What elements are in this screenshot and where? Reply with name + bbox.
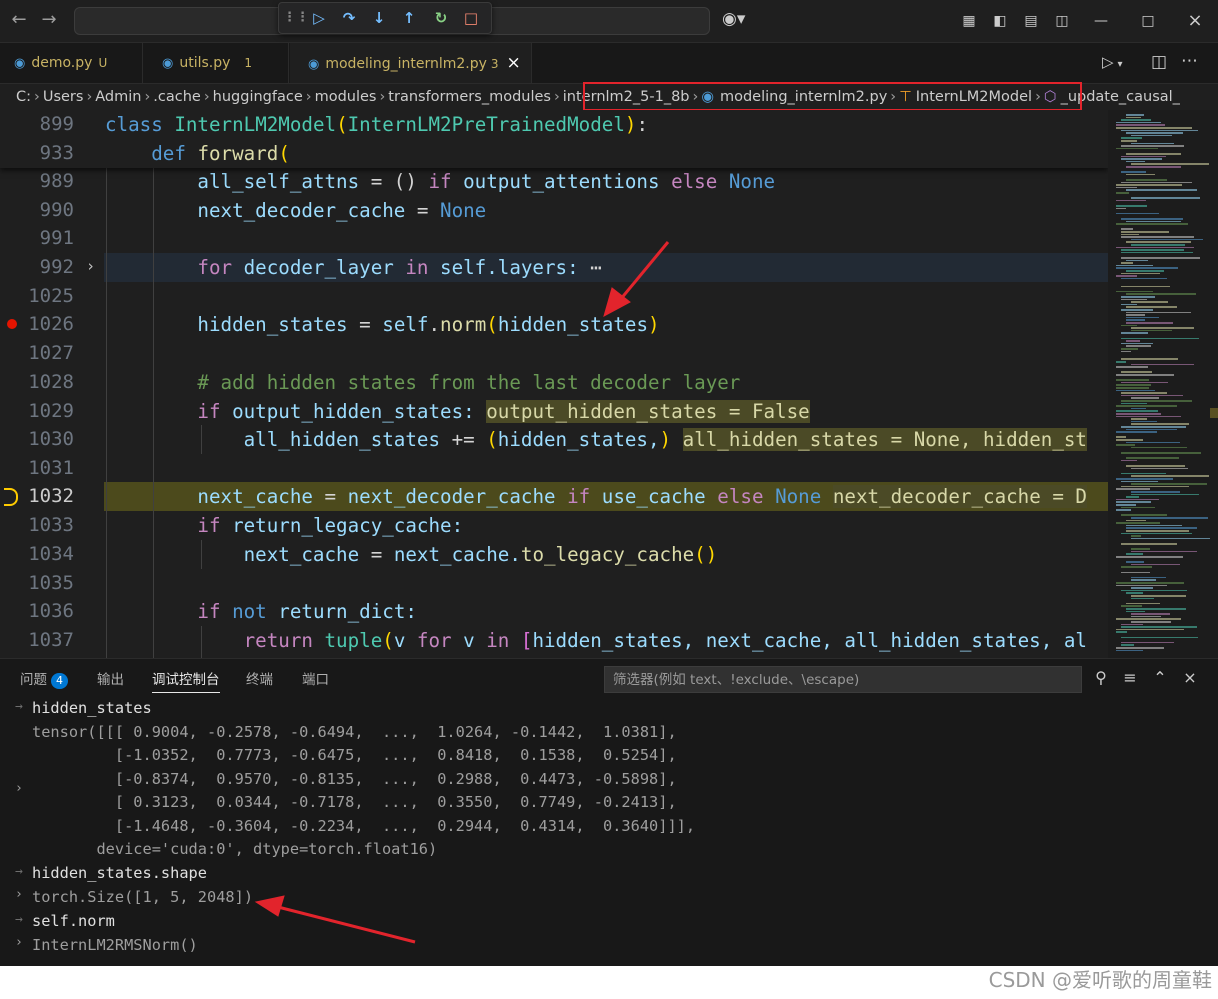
code-line: def forward( [151, 142, 290, 165]
line-number: 899 [39, 113, 74, 135]
line-number: 933 [39, 142, 74, 164]
annotation-arrow [254, 895, 416, 944]
annotation-arrow [603, 241, 670, 318]
code-line: class InternLM2Model(InternLM2PreTrained… [105, 113, 648, 136]
sticky-scroll[interactable]: 899 class InternLM2Model(InternLM2PreTra… [0, 110, 1108, 168]
